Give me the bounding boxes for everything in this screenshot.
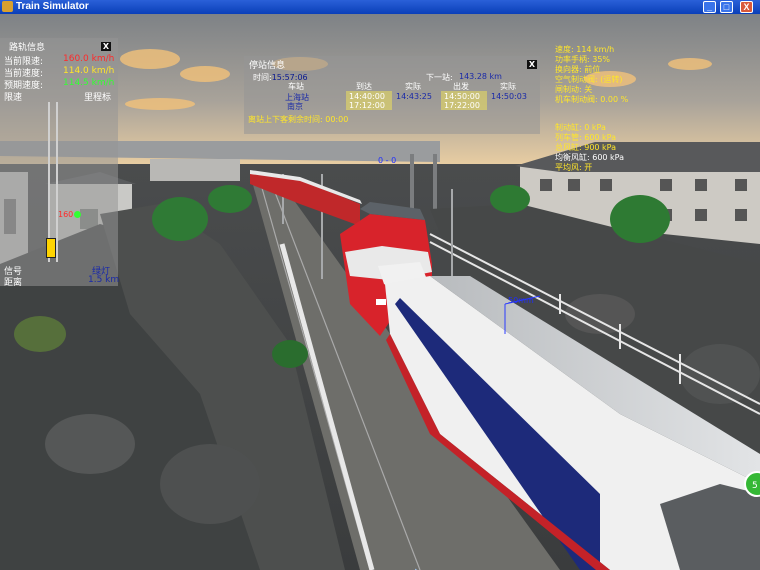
station-panel-close-button[interactable]: X <box>527 60 537 69</box>
distance-label: 距离 <box>4 278 23 288</box>
next-station-label: 下一站: <box>426 73 453 82</box>
limit-column-label: 限速 <box>4 93 23 103</box>
window-title-bar[interactable]: Train Simulator _ □ X <box>0 0 760 14</box>
close-window-button[interactable]: X <box>740 1 753 13</box>
signal-light-icon <box>74 211 81 218</box>
maximize-button[interactable]: □ <box>720 1 733 13</box>
col-arrive-actual: 实际 <box>405 82 421 91</box>
mileage-label: 里程标 <box>84 93 112 103</box>
depart-actual-time: 14:50:03 <box>491 92 527 101</box>
arrive-actual-time: 14:43:25 <box>396 92 432 101</box>
arrive-time: 14:40:00 <box>349 92 385 101</box>
depart-time: 14:50:00 <box>444 92 480 101</box>
app-icon <box>2 1 13 12</box>
depart-time: 17:22:00 <box>444 101 480 110</box>
window-title: Train Simulator <box>16 1 89 12</box>
minimize-button[interactable]: _ <box>703 1 716 13</box>
col-station: 车站 <box>288 82 304 91</box>
arrive-time: 17:12:00 <box>349 101 385 110</box>
speed-value: 114.0 km/h <box>63 66 115 76</box>
hud-loco-brake: 机车制动阀: 0.00 % <box>555 95 629 104</box>
distance-value: 1.5 km <box>88 275 120 285</box>
track-panel-title: 路轨信息 <box>9 43 46 53</box>
next-station-distance: 143.28 km <box>459 72 502 81</box>
limit-value: 160.0 km/h <box>63 54 115 64</box>
scene-marker: 50mm <box>508 296 534 305</box>
track-gauge-rail-2 <box>56 102 58 262</box>
speed-marker: 160 <box>58 210 74 219</box>
distance-counter: 0 - 0 <box>378 156 397 165</box>
hud-average-air: 平均风: 开 <box>555 163 593 172</box>
track-panel-close-button[interactable]: X <box>101 42 111 51</box>
col-depart-actual: 实际 <box>500 82 516 91</box>
dwell-status: 离站上下客剩余时间: 00:00 <box>248 115 349 124</box>
station-panel-title: 停站信息 <box>249 61 286 71</box>
predicted-speed-value: 114.5 km/h <box>63 78 115 88</box>
station-name[interactable]: 南京 <box>287 101 303 112</box>
track-info-panel: 路轨信息 X 当前限速: 160.0 km/h 当前速度: 114.0 km/h… <box>0 38 120 288</box>
train-position-icon <box>46 238 56 258</box>
